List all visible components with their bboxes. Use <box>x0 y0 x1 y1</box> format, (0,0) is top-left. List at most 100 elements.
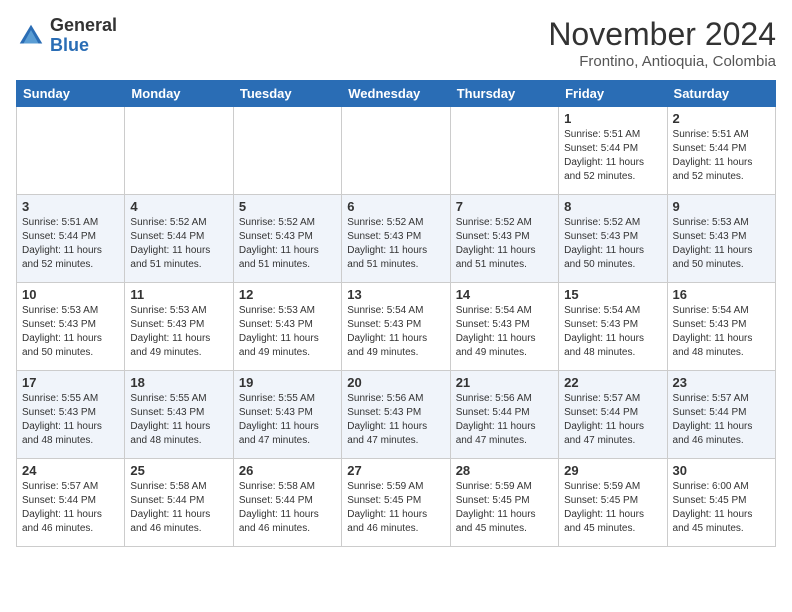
calendar-table: SundayMondayTuesdayWednesdayThursdayFrid… <box>16 80 776 547</box>
calendar-cell: 5 Sunrise: 5:52 AMSunset: 5:43 PMDaylight… <box>233 195 341 283</box>
header-tuesday: Tuesday <box>233 81 341 107</box>
calendar-cell <box>17 107 125 195</box>
day-info: Sunrise: 5:51 AMSunset: 5:44 PMDaylight:… <box>564 128 661 184</box>
day-number: 28 <box>456 463 553 478</box>
day-info: Sunrise: 5:54 AMSunset: 5:43 PMDaylight:… <box>347 304 444 360</box>
calendar-cell: 30 Sunrise: 6:00 AMSunset: 5:45 PMDayligh… <box>667 459 775 547</box>
calendar-cell: 29 Sunrise: 5:59 AMSunset: 5:45 PMDayligh… <box>559 459 667 547</box>
day-info: Sunrise: 5:53 AMSunset: 5:43 PMDaylight:… <box>130 304 227 360</box>
day-info: Sunrise: 5:52 AMSunset: 5:44 PMDaylight:… <box>130 216 227 272</box>
day-info: Sunrise: 5:53 AMSunset: 5:43 PMDaylight:… <box>239 304 336 360</box>
calendar-cell: 25 Sunrise: 5:58 AMSunset: 5:44 PMDayligh… <box>125 459 233 547</box>
day-info: Sunrise: 5:54 AMSunset: 5:43 PMDaylight:… <box>456 304 553 360</box>
day-info: Sunrise: 5:52 AMSunset: 5:43 PMDaylight:… <box>347 216 444 272</box>
day-number: 11 <box>130 287 227 302</box>
day-info: Sunrise: 5:58 AMSunset: 5:44 PMDaylight:… <box>130 480 227 536</box>
day-info: Sunrise: 5:56 AMSunset: 5:44 PMDaylight:… <box>456 392 553 448</box>
day-number: 25 <box>130 463 227 478</box>
day-number: 27 <box>347 463 444 478</box>
day-info: Sunrise: 5:59 AMSunset: 5:45 PMDaylight:… <box>564 480 661 536</box>
calendar-cell: 20 Sunrise: 5:56 AMSunset: 5:43 PMDayligh… <box>342 371 450 459</box>
day-number: 7 <box>456 199 553 214</box>
calendar-cell: 19 Sunrise: 5:55 AMSunset: 5:43 PMDayligh… <box>233 371 341 459</box>
header-monday: Monday <box>125 81 233 107</box>
calendar-cell <box>125 107 233 195</box>
day-info: Sunrise: 5:55 AMSunset: 5:43 PMDaylight:… <box>130 392 227 448</box>
calendar-cell: 24 Sunrise: 5:57 AMSunset: 5:44 PMDayligh… <box>17 459 125 547</box>
calendar-cell: 11 Sunrise: 5:53 AMSunset: 5:43 PMDayligh… <box>125 283 233 371</box>
day-number: 2 <box>673 111 770 126</box>
day-number: 21 <box>456 375 553 390</box>
day-info: Sunrise: 5:57 AMSunset: 5:44 PMDaylight:… <box>22 480 119 536</box>
calendar-cell: 4Sunrise: 5:52 AMSunset: 5:44 PMDaylight… <box>125 195 233 283</box>
day-info: Sunrise: 5:59 AMSunset: 5:45 PMDaylight:… <box>456 480 553 536</box>
day-number: 18 <box>130 375 227 390</box>
day-number: 23 <box>673 375 770 390</box>
day-info: Sunrise: 5:55 AMSunset: 5:43 PMDaylight:… <box>22 392 119 448</box>
calendar-cell: 15 Sunrise: 5:54 AMSunset: 5:43 PMDayligh… <box>559 283 667 371</box>
calendar-cell: 12 Sunrise: 5:53 AMSunset: 5:43 PMDayligh… <box>233 283 341 371</box>
day-info: Sunrise: 5:54 AMSunset: 5:43 PMDaylight:… <box>673 304 770 360</box>
day-info: Sunrise: 6:00 AMSunset: 5:45 PMDaylight:… <box>673 480 770 536</box>
day-info: Sunrise: 5:51 AMSunset: 5:44 PMDaylight:… <box>673 128 770 184</box>
day-info: Sunrise: 5:54 AMSunset: 5:43 PMDaylight:… <box>564 304 661 360</box>
calendar-cell <box>233 107 341 195</box>
day-number: 16 <box>673 287 770 302</box>
day-number: 13 <box>347 287 444 302</box>
location-title: Frontino, Antioquia, Colombia <box>548 53 776 70</box>
day-info: Sunrise: 5:52 AMSunset: 5:43 PMDaylight:… <box>456 216 553 272</box>
day-info: Sunrise: 5:56 AMSunset: 5:43 PMDaylight:… <box>347 392 444 448</box>
calendar-cell: 14 Sunrise: 5:54 AMSunset: 5:43 PMDayligh… <box>450 283 558 371</box>
logo: General Blue <box>16 16 117 56</box>
day-info: Sunrise: 5:58 AMSunset: 5:44 PMDaylight:… <box>239 480 336 536</box>
page-header: General Blue November 2024 Frontino, Ant… <box>16 16 776 70</box>
calendar-cell: 13 Sunrise: 5:54 AMSunset: 5:43 PMDayligh… <box>342 283 450 371</box>
calendar-cell: 26Sunrise: 5:58 AMSunset: 5:44 PMDayligh… <box>233 459 341 547</box>
calendar-cell <box>450 107 558 195</box>
calendar-cell: 10Sunrise: 5:53 AMSunset: 5:43 PMDayligh… <box>17 283 125 371</box>
day-number: 5 <box>239 199 336 214</box>
calendar-week-row: 1Sunrise: 5:51 AMSunset: 5:44 PMDaylight… <box>17 107 776 195</box>
calendar-week-row: 10Sunrise: 5:53 AMSunset: 5:43 PMDayligh… <box>17 283 776 371</box>
calendar-header-row: SundayMondayTuesdayWednesdayThursdayFrid… <box>17 81 776 107</box>
title-area: November 2024 Frontino, Antioquia, Colom… <box>548 16 776 70</box>
day-info: Sunrise: 5:57 AMSunset: 5:44 PMDaylight:… <box>564 392 661 448</box>
day-number: 8 <box>564 199 661 214</box>
header-friday: Friday <box>559 81 667 107</box>
calendar-cell: 28 Sunrise: 5:59 AMSunset: 5:45 PMDayligh… <box>450 459 558 547</box>
calendar-cell: 16 Sunrise: 5:54 AMSunset: 5:43 PMDayligh… <box>667 283 775 371</box>
logo-icon <box>16 21 46 51</box>
calendar-cell: 7 Sunrise: 5:52 AMSunset: 5:43 PMDaylight… <box>450 195 558 283</box>
day-info: Sunrise: 5:59 AMSunset: 5:45 PMDaylight:… <box>347 480 444 536</box>
calendar-cell: 22 Sunrise: 5:57 AMSunset: 5:44 PMDayligh… <box>559 371 667 459</box>
calendar-cell: 17Sunrise: 5:55 AMSunset: 5:43 PMDayligh… <box>17 371 125 459</box>
day-number: 12 <box>239 287 336 302</box>
day-number: 15 <box>564 287 661 302</box>
calendar-cell: 6 Sunrise: 5:52 AMSunset: 5:43 PMDaylight… <box>342 195 450 283</box>
calendar-cell: 3Sunrise: 5:51 AMSunset: 5:44 PMDaylight… <box>17 195 125 283</box>
header-thursday: Thursday <box>450 81 558 107</box>
header-wednesday: Wednesday <box>342 81 450 107</box>
day-info: Sunrise: 5:55 AMSunset: 5:43 PMDaylight:… <box>239 392 336 448</box>
day-info: Sunrise: 5:53 AMSunset: 5:43 PMDaylight:… <box>673 216 770 272</box>
day-number: 29 <box>564 463 661 478</box>
calendar-cell: 2 Sunrise: 5:51 AMSunset: 5:44 PMDaylight… <box>667 107 775 195</box>
month-title: November 2024 <box>548 16 776 53</box>
day-info: Sunrise: 5:57 AMSunset: 5:44 PMDaylight:… <box>673 392 770 448</box>
day-number: 14 <box>456 287 553 302</box>
calendar-week-row: 3Sunrise: 5:51 AMSunset: 5:44 PMDaylight… <box>17 195 776 283</box>
day-number: 24 <box>22 463 119 478</box>
day-number: 22 <box>564 375 661 390</box>
day-info: Sunrise: 5:52 AMSunset: 5:43 PMDaylight:… <box>239 216 336 272</box>
calendar-cell: 1Sunrise: 5:51 AMSunset: 5:44 PMDaylight… <box>559 107 667 195</box>
day-number: 20 <box>347 375 444 390</box>
calendar-cell: 27 Sunrise: 5:59 AMSunset: 5:45 PMDayligh… <box>342 459 450 547</box>
day-number: 30 <box>673 463 770 478</box>
calendar-cell: 23 Sunrise: 5:57 AMSunset: 5:44 PMDayligh… <box>667 371 775 459</box>
day-number: 6 <box>347 199 444 214</box>
day-info: Sunrise: 5:53 AMSunset: 5:43 PMDaylight:… <box>22 304 119 360</box>
calendar-cell: 8Sunrise: 5:52 AMSunset: 5:43 PMDaylight… <box>559 195 667 283</box>
day-number: 19 <box>239 375 336 390</box>
calendar-week-row: 24 Sunrise: 5:57 AMSunset: 5:44 PMDayligh… <box>17 459 776 547</box>
header-sunday: Sunday <box>17 81 125 107</box>
